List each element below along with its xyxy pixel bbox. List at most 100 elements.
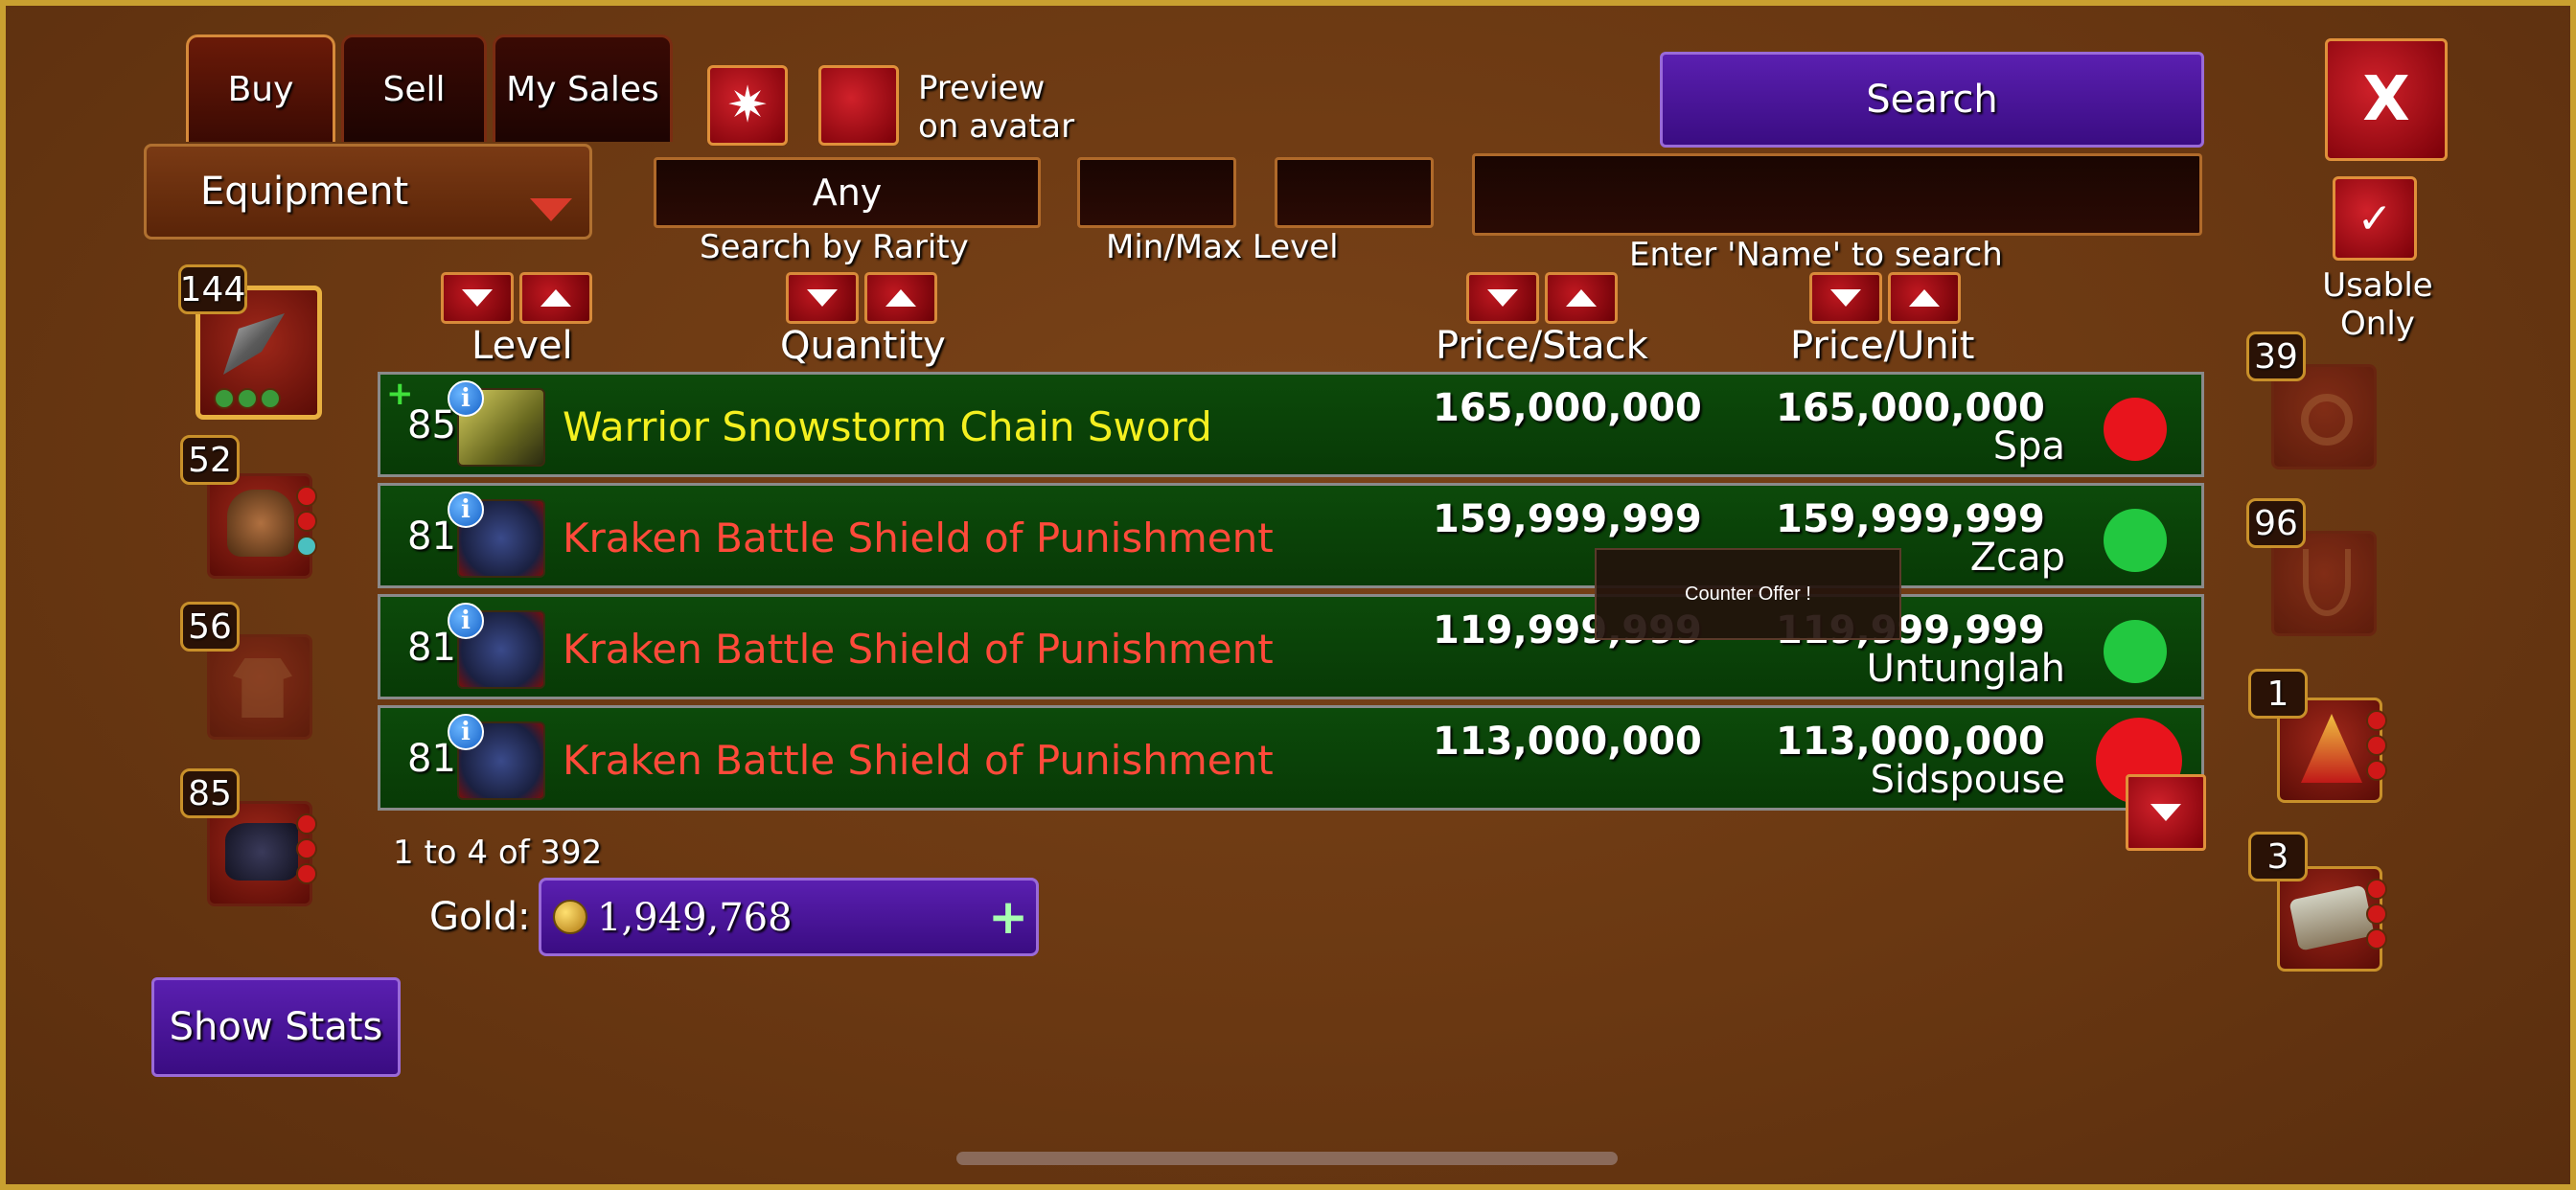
gem-slot-icon	[296, 486, 317, 507]
info-icon[interactable]: i	[448, 714, 484, 750]
price-unit-sort-controls	[1809, 272, 1961, 324]
listing-level: 81	[407, 515, 456, 559]
arrow-up-icon	[886, 289, 916, 307]
usable-only-checkbox[interactable]: ✓	[2333, 176, 2417, 261]
info-icon[interactable]: i	[448, 492, 484, 528]
category-dropdown[interactable]: Equipment	[144, 144, 592, 240]
level-sort-asc-button[interactable]	[519, 272, 592, 324]
column-level: Level	[472, 324, 573, 368]
add-gold-button[interactable]: +	[988, 888, 1028, 946]
slot-count-badge: 3	[2248, 832, 2308, 881]
ring-icon	[2301, 394, 2353, 446]
slot-count-badge: 85	[180, 768, 240, 818]
checkmark-icon: ✓	[2357, 194, 2393, 243]
dropdown-arrow-icon	[530, 198, 572, 221]
seller-status-indicator	[2104, 509, 2167, 572]
arrow-up-icon	[1909, 289, 1940, 307]
level-sort-desc-button[interactable]	[441, 272, 514, 324]
arrow-down-icon	[1487, 289, 1518, 307]
slot-count-badge: 52	[180, 435, 240, 485]
gold-balance: 1,949,768 +	[539, 878, 1039, 956]
gold-coin-icon	[553, 900, 587, 934]
tab-my-sales[interactable]: My Sales	[493, 34, 673, 142]
info-icon[interactable]: i	[448, 380, 484, 417]
gem-slot-icon	[2366, 904, 2387, 925]
gem-slot-icon	[296, 838, 317, 859]
slot-count-badge: 1	[2248, 669, 2308, 719]
equipment-slot-helmet[interactable]	[207, 473, 317, 579]
max-level-input[interactable]	[1275, 157, 1434, 228]
arrow-down-icon	[807, 289, 838, 307]
slot-count-badge: 56	[180, 602, 240, 652]
quantity-sort-desc-button[interactable]	[786, 272, 859, 324]
level-range-label: Min/Max Level	[1106, 228, 1339, 266]
home-indicator[interactable]	[956, 1152, 1618, 1165]
price-unit-sort-asc-button[interactable]	[1888, 272, 1961, 324]
listing-name: Kraken Battle Shield of Punishment	[563, 626, 1274, 673]
quantity-sort-asc-button[interactable]	[864, 272, 937, 324]
seller-status-indicator	[2104, 398, 2167, 461]
gem-slot-icon	[237, 388, 258, 409]
tab-sell[interactable]: Sell	[341, 34, 487, 142]
search-button[interactable]: Search	[1660, 52, 2204, 148]
rarity-label: Search by Rarity	[700, 228, 969, 266]
level-sort-controls	[441, 272, 592, 324]
sparkle-toggle-button[interactable]: ✷	[707, 65, 788, 146]
column-price-stack: Price/Stack	[1436, 324, 1648, 368]
listing-price-stack: 113,000,000	[1433, 720, 1702, 764]
arrow-down-icon	[2150, 804, 2181, 821]
name-search-input[interactable]	[1472, 153, 2202, 236]
slot-count-badge: 144	[178, 264, 247, 314]
gold-label: Gold:	[429, 895, 531, 939]
price-stack-sort-controls	[1466, 272, 1618, 324]
listing-level: 85	[407, 403, 456, 447]
price-stack-sort-asc-button[interactable]	[1545, 272, 1618, 324]
listing-seller: Spa	[1992, 424, 2065, 469]
category-dropdown-value: Equipment	[200, 170, 409, 214]
gem-slot-icon	[260, 388, 281, 409]
min-level-input[interactable]	[1077, 157, 1236, 228]
scroll-down-button[interactable]	[2126, 774, 2206, 851]
tab-buy[interactable]: Buy	[186, 34, 335, 142]
price-unit-sort-desc-button[interactable]	[1809, 272, 1882, 324]
close-icon: X	[2362, 64, 2410, 135]
price-stack-sort-desc-button[interactable]	[1466, 272, 1539, 324]
listing-level: 81	[407, 626, 456, 670]
rarity-selector[interactable]: Any	[654, 157, 1041, 228]
arrow-down-icon	[462, 289, 493, 307]
pagination-text: 1 to 4 of 392	[393, 834, 603, 872]
slot-count-badge: 96	[2246, 498, 2306, 548]
helmet-icon	[227, 490, 294, 557]
listing-row[interactable]: 81 i Kraken Battle Shield of Punishment …	[378, 705, 2204, 811]
counter-offer-tooltip: Counter Offer !	[1595, 548, 1901, 640]
info-icon[interactable]: i	[448, 603, 484, 639]
listing-price-stack: 165,000,000	[1433, 386, 1702, 430]
necklace-icon	[2303, 549, 2351, 616]
arrow-down-icon	[1830, 289, 1861, 307]
bracer-icon	[2288, 884, 2375, 951]
gem-slot-icon	[296, 813, 317, 835]
preview-avatar-toggle[interactable]	[818, 65, 899, 146]
column-quantity: Quantity	[780, 324, 946, 368]
listing-row[interactable]: + 85 i Warrior Snowstorm Chain Sword 165…	[378, 372, 2204, 477]
gem-slot-icon	[296, 863, 317, 884]
armor-icon	[233, 658, 292, 718]
listing-seller: Sidspouse	[1870, 758, 2065, 802]
listing-level: 81	[407, 737, 456, 781]
gem-slot-icon	[296, 511, 317, 532]
sword-icon	[223, 313, 285, 375]
gem-slot-icon	[2366, 735, 2387, 756]
listing-name: Warrior Snowstorm Chain Sword	[563, 403, 1212, 450]
listing-name: Kraken Battle Shield of Punishment	[563, 515, 1274, 561]
show-stats-button[interactable]: Show Stats	[151, 977, 401, 1077]
slot-count-badge: 39	[2246, 332, 2306, 381]
arrow-up-icon	[1566, 289, 1597, 307]
listing-row[interactable]: 81 i Kraken Battle Shield of Punishment …	[378, 483, 2204, 588]
quantity-sort-controls	[786, 272, 937, 324]
gem-slot-icon	[2366, 760, 2387, 781]
boots-icon	[225, 823, 298, 881]
close-button[interactable]: X	[2325, 38, 2448, 161]
column-price-unit: Price/Unit	[1790, 324, 1975, 368]
listing-row[interactable]: 81 i Kraken Battle Shield of Punishment …	[378, 594, 2204, 699]
equipment-slot-bracer[interactable]	[2277, 866, 2387, 972]
